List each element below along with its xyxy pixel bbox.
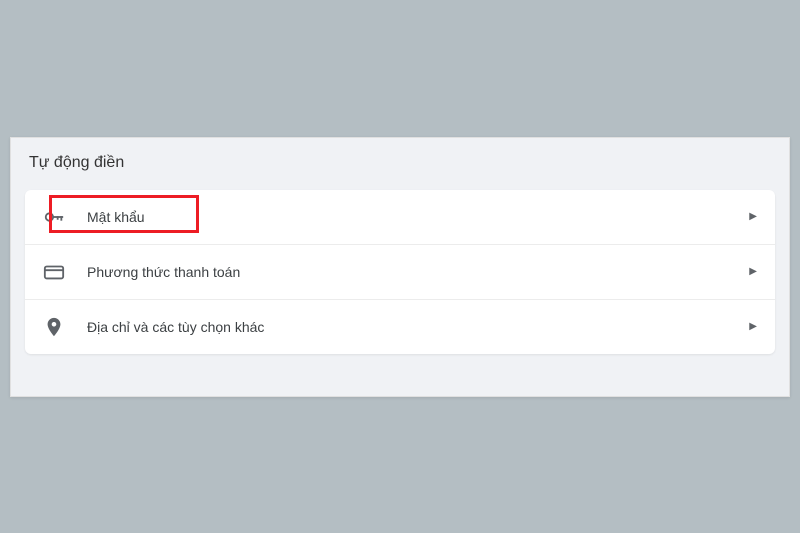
chevron-right-icon: ▶ [749,321,757,332]
row-label: Phương thức thanh toán [87,264,749,280]
autofill-card: Mật khẩu ▶ Phương thức thanh toán ▶ Địa … [25,190,775,354]
chevron-right-icon: ▶ [749,266,757,277]
key-icon [43,206,65,228]
autofill-section: Tự động điền Mật khẩu ▶ P [10,137,790,397]
location-pin-icon [43,316,65,338]
autofill-passwords-row[interactable]: Mật khẩu ▶ [25,190,775,245]
autofill-addresses-row[interactable]: Địa chỉ và các tùy chọn khác ▶ [25,300,775,354]
credit-card-icon [43,261,65,283]
row-label: Mật khẩu [87,209,749,225]
row-label: Địa chỉ và các tùy chọn khác [87,319,749,335]
autofill-payments-row[interactable]: Phương thức thanh toán ▶ [25,245,775,300]
section-title: Tự động điền [11,138,789,190]
chevron-right-icon: ▶ [749,211,757,222]
